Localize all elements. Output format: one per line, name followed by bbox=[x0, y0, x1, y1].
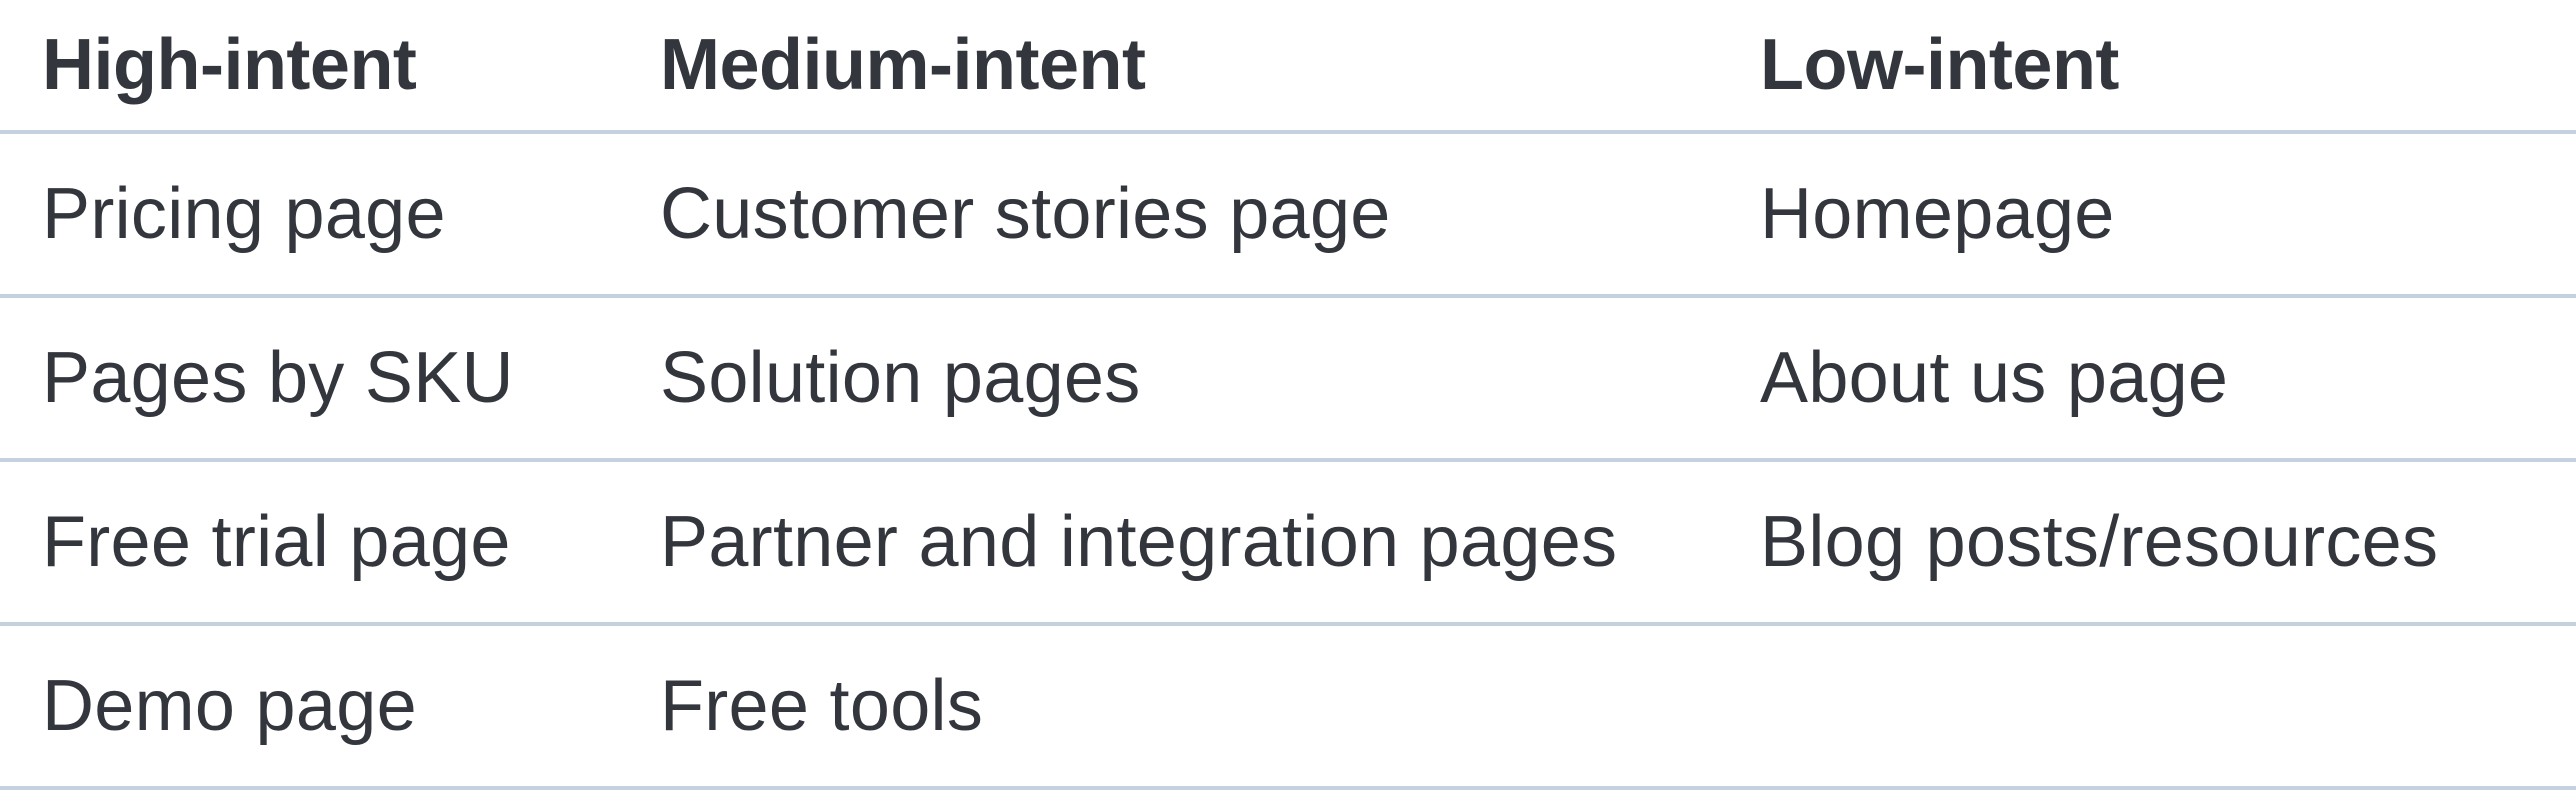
table-cell: Blog posts/resources bbox=[1760, 502, 2439, 582]
table-row: Pages by SKU Solution pages About us pag… bbox=[0, 298, 2576, 462]
table-cell: Solution pages bbox=[660, 338, 1141, 418]
table-cell: Homepage bbox=[1760, 174, 2115, 254]
table-cell: Customer stories page bbox=[660, 174, 1391, 254]
table-cell: Pricing page bbox=[42, 174, 446, 254]
table-header-row: High-intent Medium-intent Low-intent bbox=[0, 0, 2576, 134]
table-cell: Free trial page bbox=[42, 502, 511, 582]
table-row: Demo page Free tools bbox=[0, 626, 2576, 790]
table-cell: About us page bbox=[1760, 338, 2229, 418]
table-row: Pricing page Customer stories page Homep… bbox=[0, 134, 2576, 298]
table-cell: Demo page bbox=[42, 666, 417, 746]
intent-table: High-intent Medium-intent Low-intent Pri… bbox=[0, 0, 2576, 790]
table-cell: Partner and integration pages bbox=[660, 502, 1618, 582]
column-header-high-intent: High-intent bbox=[42, 25, 417, 105]
table-row: Free trial page Partner and integration … bbox=[0, 462, 2576, 626]
table-cell: Pages by SKU bbox=[42, 338, 514, 418]
column-header-low-intent: Low-intent bbox=[1760, 25, 2119, 105]
table-cell: Free tools bbox=[660, 666, 984, 746]
column-header-medium-intent: Medium-intent bbox=[660, 25, 1146, 105]
